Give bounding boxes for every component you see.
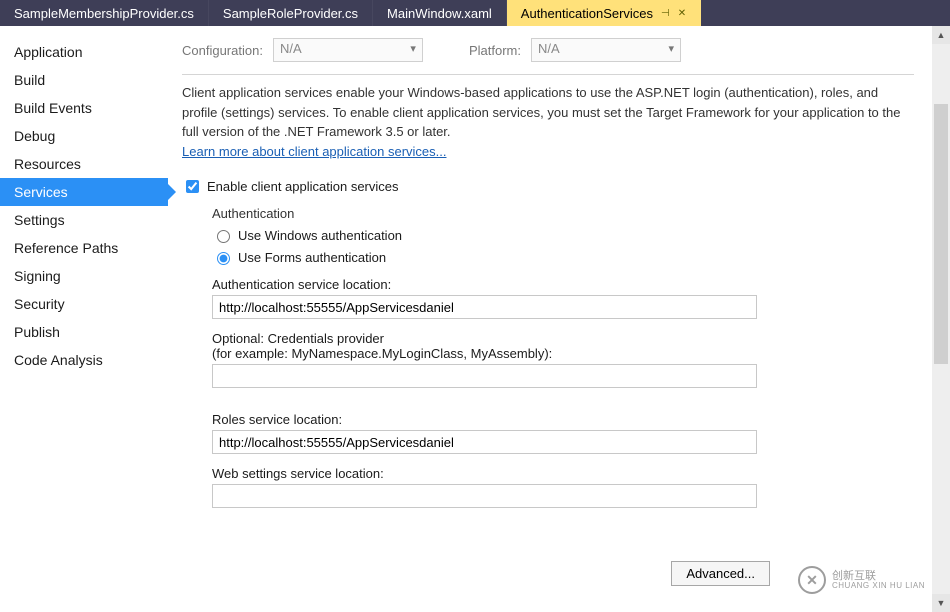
- pin-icon[interactable]: ⊣: [661, 8, 670, 19]
- roles-service-location-label: Roles service location:: [212, 412, 914, 427]
- credentials-provider-label: Optional: Credentials provider (for exam…: [212, 331, 914, 361]
- tab-sample-membership[interactable]: SampleMembershipProvider.cs: [0, 0, 209, 26]
- platform-label: Platform:: [469, 43, 521, 58]
- enable-client-services-checkbox[interactable]: [186, 180, 199, 193]
- services-panel: Configuration: N/A Platform: N/A Client …: [168, 26, 950, 612]
- sidebar-item-code-analysis[interactable]: Code Analysis: [0, 346, 168, 374]
- configuration-label: Configuration:: [182, 43, 263, 58]
- auth-service-location-input[interactable]: [212, 295, 757, 319]
- tab-mainwindow[interactable]: MainWindow.xaml: [373, 0, 507, 26]
- sidebar-item-build-events[interactable]: Build Events: [0, 94, 168, 122]
- credentials-provider-input[interactable]: [212, 364, 757, 388]
- learn-more-link[interactable]: Learn more about client application serv…: [182, 144, 446, 159]
- web-settings-location-label: Web settings service location:: [212, 466, 914, 481]
- platform-combo[interactable]: N/A: [531, 38, 681, 62]
- windows-auth-radio[interactable]: [217, 230, 230, 243]
- sidebar-item-signing[interactable]: Signing: [0, 262, 168, 290]
- forms-auth-radio[interactable]: [217, 252, 230, 265]
- advanced-button[interactable]: Advanced...: [671, 561, 770, 586]
- enable-client-services-label[interactable]: Enable client application services: [207, 179, 399, 194]
- vertical-scrollbar[interactable]: ▲ ▼: [932, 26, 950, 612]
- sidebar-item-debug[interactable]: Debug: [0, 122, 168, 150]
- sidebar-item-build[interactable]: Build: [0, 66, 168, 94]
- project-property-sidebar: Application Build Build Events Debug Res…: [0, 26, 168, 612]
- scroll-thumb[interactable]: [934, 104, 948, 364]
- authentication-group-label: Authentication: [212, 206, 914, 221]
- sidebar-item-services[interactable]: Services: [0, 178, 168, 206]
- roles-service-location-input[interactable]: [212, 430, 757, 454]
- sidebar-item-resources[interactable]: Resources: [0, 150, 168, 178]
- close-icon[interactable]: ✕: [678, 8, 686, 19]
- services-description: Client application services enable your …: [182, 83, 914, 161]
- sidebar-item-application[interactable]: Application: [0, 38, 168, 66]
- auth-service-location-label: Authentication service location:: [212, 277, 914, 292]
- windows-auth-label[interactable]: Use Windows authentication: [238, 228, 402, 243]
- sidebar-item-publish[interactable]: Publish: [0, 318, 168, 346]
- watermark: ✕ 创新互联 CHUANG XIN HU LIAN: [798, 566, 925, 594]
- configuration-combo[interactable]: N/A: [273, 38, 423, 62]
- scroll-down-icon[interactable]: ▼: [932, 594, 950, 612]
- sidebar-item-reference-paths[interactable]: Reference Paths: [0, 234, 168, 262]
- sidebar-item-security[interactable]: Security: [0, 290, 168, 318]
- scroll-up-icon[interactable]: ▲: [932, 26, 950, 44]
- forms-auth-label[interactable]: Use Forms authentication: [238, 250, 386, 265]
- watermark-icon: ✕: [798, 566, 826, 594]
- tab-sample-role[interactable]: SampleRoleProvider.cs: [209, 0, 373, 26]
- web-settings-location-input[interactable]: [212, 484, 757, 508]
- document-tab-bar: SampleMembershipProvider.cs SampleRolePr…: [0, 0, 950, 26]
- tab-authentication-services[interactable]: AuthenticationServices ⊣ ✕: [507, 0, 701, 26]
- sidebar-item-settings[interactable]: Settings: [0, 206, 168, 234]
